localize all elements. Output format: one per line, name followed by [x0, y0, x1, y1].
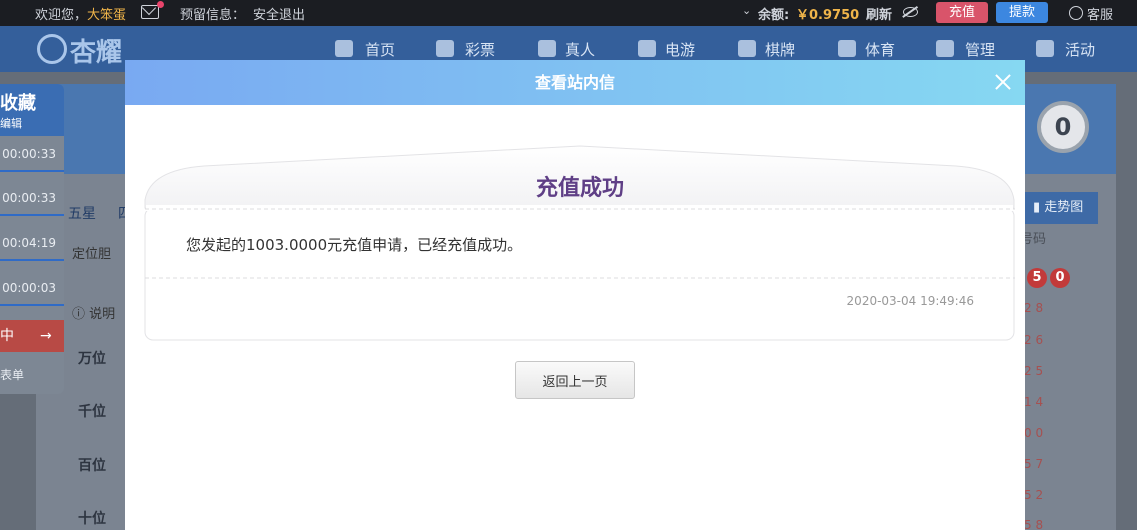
users-icon: [936, 40, 954, 57]
trophy-icon: [838, 40, 856, 57]
gift-icon: [1036, 40, 1054, 57]
nav-item-events[interactable]: 活动: [1065, 39, 1095, 60]
logout-link[interactable]: 安全退出: [253, 4, 305, 23]
logo-icon: [37, 34, 67, 64]
unread-dot: [157, 1, 164, 8]
close-icon[interactable]: [991, 70, 1015, 94]
cards-icon: [738, 40, 756, 57]
result-ball: 5: [1027, 268, 1047, 288]
hide-balance-icon[interactable]: [903, 7, 918, 17]
nav-item-sports[interactable]: 体育: [865, 39, 895, 60]
favorite-countdown[interactable]: 00:00:03: [0, 270, 64, 306]
result-ball: 0: [1050, 268, 1070, 288]
favorites-edit-link[interactable]: 编辑: [0, 115, 22, 131]
message-body: 您发起的1003.0000元充值申请，已经充值成功。: [186, 236, 523, 254]
logo[interactable]: 杏耀: [70, 32, 122, 69]
nav-item-manage[interactable]: 管理: [965, 39, 995, 60]
message-timestamp: 2020-03-04 19:49:46: [846, 294, 974, 308]
card-title: 充值成功: [535, 176, 624, 201]
trend-number: 5 2: [1024, 488, 1044, 502]
modal-title: 查看站内信: [534, 73, 615, 92]
chat-icon[interactable]: [1069, 6, 1083, 20]
position-label: 万位: [78, 351, 106, 367]
refresh-button[interactable]: 刷新: [866, 4, 892, 23]
balance-label: 余额:: [758, 8, 790, 23]
explanation-link[interactable]: ⓘ 说明: [72, 303, 115, 322]
nav-item-slots[interactable]: 电游: [665, 39, 695, 60]
favorite-countdown[interactable]: 00:00:33: [0, 136, 64, 172]
trend-number: 0 0: [1024, 426, 1044, 440]
favorite-countdown[interactable]: 00:04:19: [0, 225, 64, 261]
ticket-icon: [436, 40, 454, 57]
trend-number: 2 8: [1024, 301, 1044, 315]
service-link[interactable]: 客服: [1087, 4, 1113, 23]
top-bar: 欢迎您， 大笨蛋 预留信息： 安全退出 ⌄ 余额: ￥0.9750 刷新 充值 …: [0, 0, 1137, 26]
back-button[interactable]: 返回上一页: [515, 361, 635, 399]
home-icon: [335, 40, 353, 57]
position-label: 千位: [78, 404, 106, 420]
trend-number: 1 4: [1024, 395, 1044, 409]
recharge-button[interactable]: 充值: [936, 2, 988, 23]
withdraw-button[interactable]: 提款: [996, 2, 1048, 23]
nav-item-lottery[interactable]: 彩票: [465, 39, 495, 60]
arrow-right-icon: →: [40, 328, 52, 344]
nav-item-home[interactable]: 首页: [365, 39, 395, 60]
balance-amount: ￥0.9750: [796, 8, 860, 23]
favorites-title: 收藏: [0, 93, 36, 114]
trend-number: 2 6: [1024, 333, 1044, 347]
position-label: 百位: [78, 458, 106, 474]
person-icon: [538, 40, 556, 57]
reserved-info-label: 预留信息：: [180, 8, 246, 23]
welcome-text: 欢迎您，: [35, 8, 88, 23]
trend-chart-button[interactable]: ▮ 走势图: [1025, 192, 1098, 224]
position-bet-label[interactable]: 定位胆: [72, 243, 111, 262]
favorite-countdown[interactable]: 00:00:33: [0, 180, 64, 216]
round-counter: 0: [1037, 101, 1089, 153]
message-modal: 查看站内信 充值成功 您发起的1003.0000元充值申请，已经充值成功。 20…: [125, 60, 1025, 530]
favorite-active-label: 中: [0, 328, 14, 344]
trend-number: 5 7: [1024, 457, 1044, 471]
position-label: 十位: [78, 511, 106, 527]
nav-item-chess[interactable]: 棋牌: [765, 39, 795, 60]
favorite-active-item[interactable]: 中 →: [0, 320, 64, 352]
username-link[interactable]: 大笨蛋: [87, 4, 126, 23]
tab-five-star[interactable]: 五星: [68, 203, 96, 223]
arcade-icon: [638, 40, 656, 57]
mail-icon[interactable]: [141, 5, 159, 19]
favorites-list-link[interactable]: 表单: [0, 366, 24, 383]
chevron-down-icon[interactable]: ⌄: [742, 4, 751, 17]
trend-number: 2 5: [1024, 364, 1044, 378]
favorites-header: 收藏 编辑: [0, 84, 64, 136]
nav-item-live[interactable]: 真人: [565, 39, 595, 60]
trend-number: 5 8: [1024, 518, 1044, 530]
